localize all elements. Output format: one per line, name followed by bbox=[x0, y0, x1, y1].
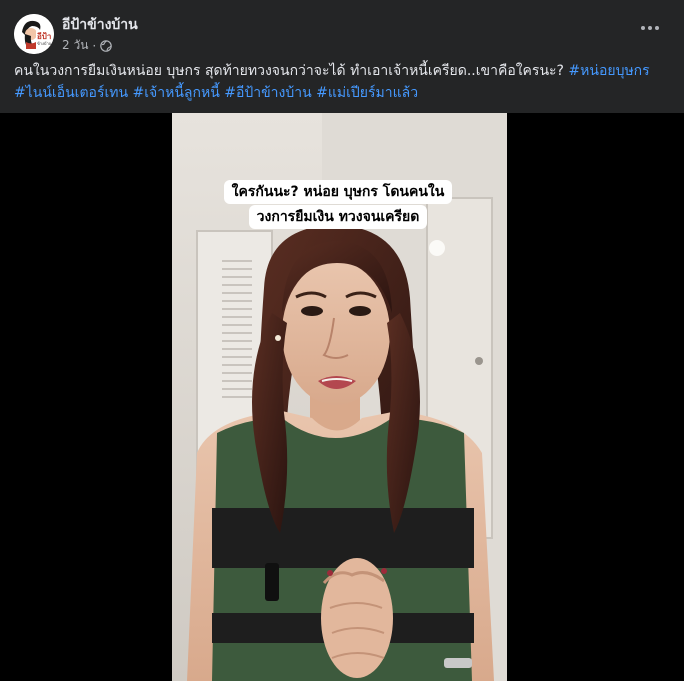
post-caption: คนในวงการยืมเงินหน่อย บุษกร สุดท้ายทวงจน… bbox=[14, 60, 674, 104]
hashtag-link[interactable]: #หน่อยบุษกร bbox=[568, 63, 649, 79]
more-options-button[interactable] bbox=[636, 18, 664, 38]
svg-text:อีป้า: อีป้า bbox=[37, 31, 52, 41]
hashtag-link[interactable]: #ไนน์เอ็นเตอร์เทน bbox=[14, 85, 128, 101]
hashtag-link[interactable]: #แม่เปียร์มาแล้ว bbox=[316, 85, 418, 101]
svg-text:ข้างบ้าน: ข้างบ้าน bbox=[37, 41, 52, 46]
globe-icon[interactable] bbox=[100, 39, 113, 52]
video-subtitle: ใครกันนะ? หน่อย บุษกร โดนคนใน วงการยืมเง… bbox=[207, 180, 469, 230]
caption-text: คนในวงการยืมเงินหน่อย บุษกร สุดท้ายทวงจน… bbox=[14, 63, 564, 79]
hashtag-link[interactable]: #อีป้าข้างบ้าน bbox=[224, 85, 311, 101]
more-dot bbox=[648, 26, 652, 30]
subtitle-line: วงการยืมเงิน ทวงจนเครียด bbox=[248, 205, 428, 229]
post-meta: 2 วัน · bbox=[62, 36, 113, 55]
video-player[interactable]: ใครกันนะ? หน่อย บุษกร โดนคนใน วงการยืมเง… bbox=[172, 113, 507, 681]
facebook-post: อีป้า ข้างบ้าน อีป้าข้างบ้าน 2 วัน · คนใ… bbox=[0, 0, 684, 681]
hashtag-link[interactable]: #เจ้าหนี้ลูกหนี้ bbox=[133, 85, 220, 101]
page-logo: อีป้า ข้างบ้าน bbox=[14, 14, 54, 54]
page-avatar[interactable]: อีป้า ข้างบ้าน bbox=[14, 14, 54, 54]
meta-separator: · bbox=[92, 38, 97, 53]
more-dot bbox=[655, 26, 659, 30]
subtitle-line: ใครกันนะ? หน่อย บุษกร โดนคนใน bbox=[223, 180, 453, 204]
more-dot bbox=[641, 26, 645, 30]
page-name-link[interactable]: อีป้าข้างบ้าน bbox=[62, 14, 138, 36]
post-header: อีป้า ข้างบ้าน อีป้าข้างบ้าน 2 วัน · คนใ… bbox=[0, 0, 684, 113]
post-timestamp[interactable]: 2 วัน bbox=[62, 36, 88, 55]
